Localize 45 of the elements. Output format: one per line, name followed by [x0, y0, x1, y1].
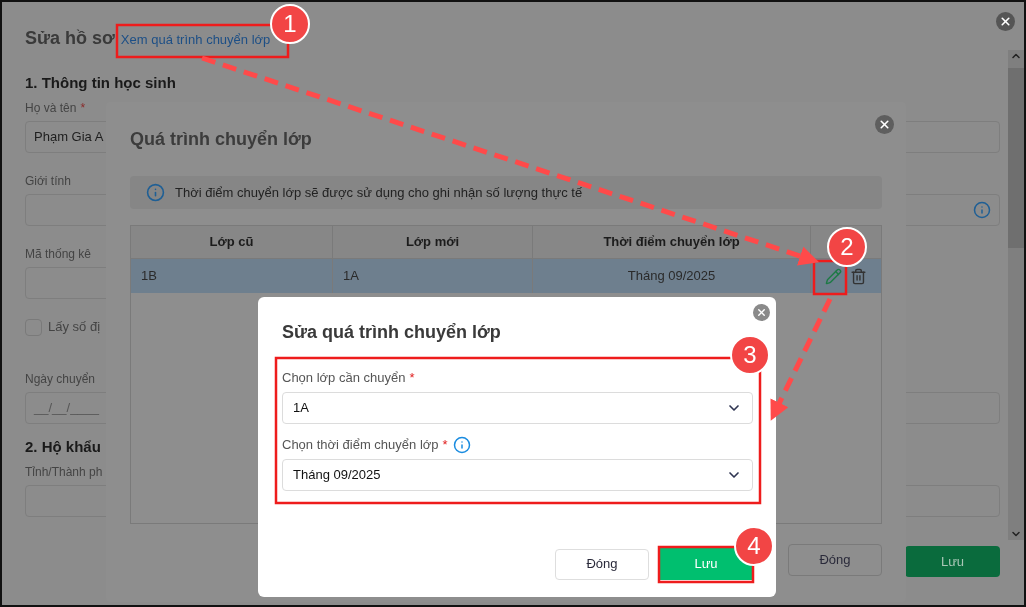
- required-mark: *: [409, 369, 415, 388]
- field-label: Giới tính: [25, 173, 71, 190]
- close-dialog-button[interactable]: Đóng: [788, 544, 882, 576]
- field-placeholder: __/__/____: [34, 399, 100, 418]
- close-button[interactable]: [875, 114, 894, 134]
- field-label: Mã thống kê: [25, 246, 92, 263]
- field-value: Phạm Gia A: [34, 128, 104, 147]
- table-row[interactable]: 1B 1A Tháng 09/2025: [131, 259, 881, 293]
- column-header: Lớp cũ: [131, 226, 333, 258]
- trash-icon[interactable]: [850, 267, 867, 285]
- field-label: Chọn lớp cần chuyển: [282, 369, 406, 388]
- dialog-title: Sửa quá trình chuyển lớp: [282, 320, 501, 344]
- info-icon: [146, 183, 165, 202]
- close-icon: [756, 306, 767, 318]
- info-icon[interactable]: [973, 201, 991, 219]
- select-field[interactable]: Tháng 09/2025: [282, 459, 753, 491]
- dialog-title: Sửa hồ sơ: [25, 27, 115, 50]
- highlight-box: [812, 259, 848, 296]
- scrollbar[interactable]: [1008, 50, 1024, 540]
- dialog-title: Quá trình chuyển lớp: [130, 127, 312, 151]
- history-link[interactable]: Xem quá trình chuyển lớp: [120, 30, 271, 50]
- section-heading: 1. Thông tin học sinh: [25, 73, 176, 93]
- select-value: Tháng 09/2025: [293, 466, 381, 485]
- section-heading: 2. Hộ khẩu: [25, 437, 101, 457]
- column-header: Thời điểm chuyển lớp: [533, 226, 811, 258]
- table-cell: 1A: [333, 259, 533, 293]
- notice-text: Thời điểm chuyển lớp sẽ được sử dụng cho ghi nhận số lượng thực tế: [175, 183, 583, 202]
- table-cell: 1B: [131, 259, 333, 293]
- close-dialog-button[interactable]: Đóng: [555, 548, 649, 580]
- close-icon: [878, 117, 891, 131]
- field-label: Chọn thời điểm chuyển lớp: [282, 436, 439, 455]
- table-cell: Tháng 09/2025: [533, 259, 811, 293]
- save-button[interactable]: Lưu: [905, 546, 1000, 577]
- select-value: 1A: [293, 399, 309, 418]
- checkbox-label: Lấy số đị: [48, 318, 101, 337]
- column-header: Lớp mới: [333, 226, 533, 258]
- select-field[interactable]: 1A: [282, 392, 753, 424]
- field-label: Tỉnh/Thành ph: [25, 464, 103, 481]
- info-icon[interactable]: [452, 436, 471, 454]
- required-mark: *: [442, 436, 448, 455]
- field-label: Họ và tên: [25, 100, 77, 117]
- close-icon: [999, 15, 1012, 28]
- field-label: Ngày chuyển: [25, 371, 96, 388]
- close-button[interactable]: [753, 303, 770, 321]
- required-mark: *: [80, 100, 86, 117]
